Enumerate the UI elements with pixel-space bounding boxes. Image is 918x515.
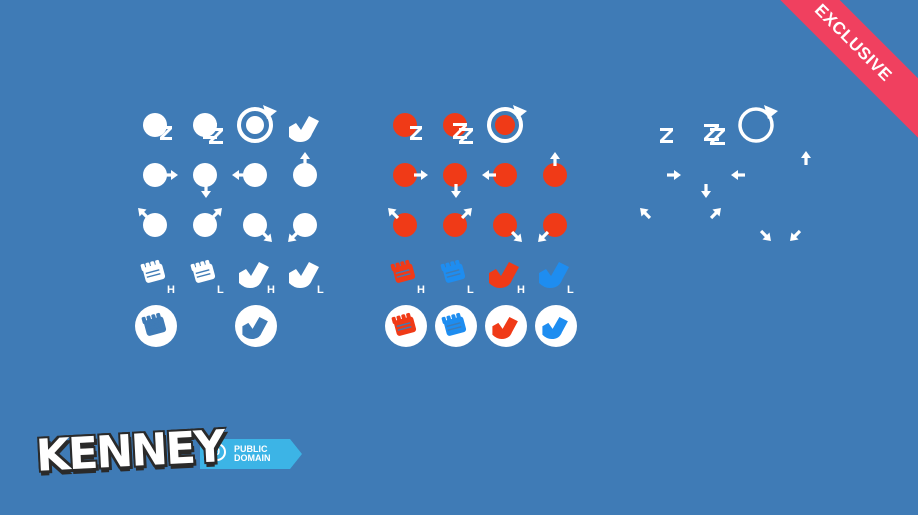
arrow-down-right-icon [493,213,522,242]
brand-wordmark: KENNEY [34,421,225,482]
arrow-right-icon [667,170,681,180]
arrow-left-icon [731,170,745,180]
arrow-right-icon [143,163,178,187]
arrow-down-left-icon [538,213,567,242]
boot-h-icon: H [489,262,525,296]
sleep-z-icon [143,113,172,140]
arrow-up-right-icon [709,208,721,220]
arrow-up-icon [801,151,811,165]
refresh-circle-icon [237,105,277,143]
arrow-up-right-icon [193,208,222,237]
sleep-zz-icon [443,113,473,144]
sleep-z-icon [393,113,422,140]
arrow-up-left-icon [138,208,167,237]
sleep-zz-icon [704,124,725,145]
svg-text:H: H [167,284,175,296]
sleep-z-icon [660,128,673,143]
white-icon-set: HLHL [135,105,324,347]
svg-text:L: L [567,284,574,296]
small-icon-set [640,105,811,241]
arrow-down-icon [193,163,217,198]
svg-text:L: L [317,284,324,296]
fist-l-icon: L [190,259,224,296]
boot-h-icon: H [239,262,275,296]
fist-button-icon [135,305,177,347]
arrow-left-icon [232,163,267,187]
arrow-up-left-icon [640,208,652,220]
boot-button-blue-icon [535,305,577,347]
refresh-circle-icon [487,105,527,143]
arrow-down-right-icon [759,229,771,241]
arrow-up-left-icon [388,208,417,237]
arrow-down-left-icon [790,229,802,241]
arrow-up-icon [543,152,567,187]
arrow-left-icon [482,163,517,187]
boot-l-icon: L [539,262,574,296]
svg-text:L: L [467,284,474,296]
svg-text:H: H [417,284,425,296]
colored-icon-set: HLHL [385,105,577,347]
svg-text:L: L [217,284,224,296]
kenney-logo: 0 PUBLIC DOMAIN KENNEY [34,421,304,488]
boot-button-red-icon [485,305,527,347]
arrow-up-right-icon [443,208,472,237]
refresh-circle-icon [738,105,778,143]
arrow-down-icon [443,163,467,198]
arrow-down-left-icon [288,213,317,242]
boot-button-icon [235,305,277,347]
fist-h-icon: H [390,259,425,296]
arrow-down-icon [701,184,711,198]
svg-text:H: H [517,284,525,296]
sleep-zz-icon [193,113,223,144]
arrow-down-right-icon [243,213,272,242]
svg-text:H: H [267,284,275,296]
fist-button-red-icon [385,305,427,347]
fist-h-icon: H [140,259,175,296]
arrow-right-icon [393,163,428,187]
fist-l-icon: L [440,259,474,296]
arrow-up-icon [293,152,317,187]
boot-l-icon: L [289,262,324,296]
boot-icon [289,116,319,142]
fist-button-blue-icon [435,305,477,347]
